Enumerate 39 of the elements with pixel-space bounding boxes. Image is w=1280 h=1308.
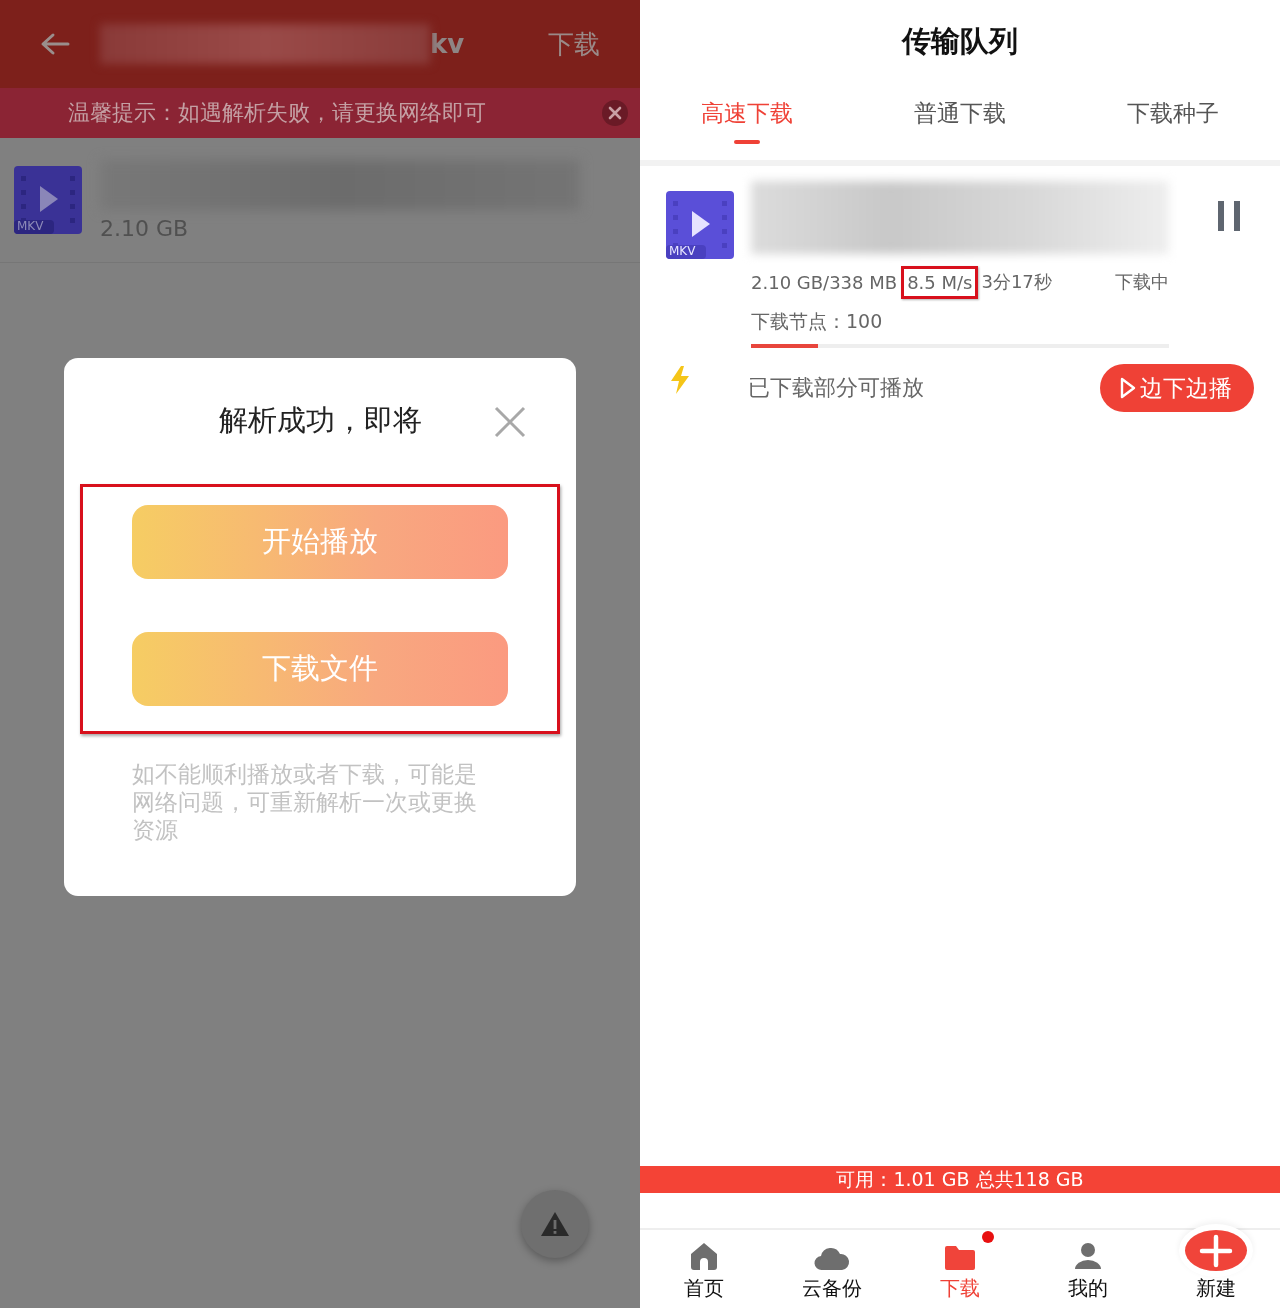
play-icon: [1120, 377, 1136, 399]
person-icon: [1073, 1241, 1103, 1271]
hint-text: 如不能顺利播放或者下载，可能是网络问题，可重新解析一次或更换资源: [132, 760, 478, 844]
play-while-downloading-button[interactable]: 边下边播: [1100, 364, 1254, 412]
node-count: 下载节点：100: [751, 309, 884, 334]
notice-text: 温馨提示：如遇解析失败，请更换网络即可: [68, 99, 486, 127]
status-text: 下载中: [1115, 270, 1169, 294]
cloud-icon: [814, 1247, 850, 1271]
warning-button[interactable]: [521, 1190, 589, 1258]
back-arrow-icon[interactable]: [40, 32, 70, 56]
video-file-icon: [14, 166, 82, 234]
close-icon[interactable]: [602, 100, 628, 126]
home-icon: [689, 1241, 719, 1271]
tab[interactable]: 高速下载: [640, 84, 854, 160]
tab[interactable]: 下载种子: [1066, 84, 1280, 160]
close-icon[interactable]: [494, 406, 526, 438]
file-type-label: MKV: [17, 220, 44, 233]
playable-note: 已下载部分可播放: [748, 374, 924, 402]
warning-icon: [540, 1211, 570, 1237]
page-title: kv: [430, 29, 465, 59]
pause-icon[interactable]: [1218, 201, 1240, 231]
nav-tab[interactable]: 我的: [1068, 1275, 1108, 1302]
download-button[interactable]: 下载: [548, 26, 600, 62]
plus-icon: [1199, 1233, 1233, 1268]
tab[interactable]: 普通下载: [853, 84, 1067, 160]
remaining-time: 3分17秒: [981, 270, 1052, 294]
storage-bar: 可用：1.01 GB 总共118 GB: [640, 1166, 1280, 1193]
nav-tab[interactable]: 首页: [684, 1275, 724, 1302]
folder-icon: [944, 1245, 976, 1271]
speed-text: 8.5 M/s: [901, 265, 979, 299]
nav-label: 新建: [1196, 1275, 1236, 1302]
screen-title: 传输队列: [900, 23, 1019, 60]
nav-tab[interactable]: 下载: [940, 1275, 980, 1302]
progress-text: 2.10 GB/338 MB: [751, 271, 898, 293]
dialog-title: 解析成功，即将: [218, 402, 422, 439]
lightning-icon: [670, 366, 690, 394]
file-type-label: MKV: [669, 245, 696, 258]
nav-tab[interactable]: 云备份: [802, 1275, 862, 1302]
video-file-icon: [666, 191, 734, 259]
